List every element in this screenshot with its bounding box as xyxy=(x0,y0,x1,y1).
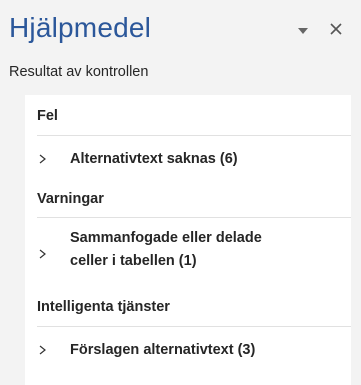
accessibility-pane: Hjälpmedel Resultat av kontrollen Fel Al… xyxy=(0,0,361,385)
inspection-results-label: Resultat av kontrollen xyxy=(9,64,149,80)
pane-header: Hjälpmedel xyxy=(0,0,361,58)
section-header-warnings: Varningar xyxy=(37,191,104,207)
close-icon xyxy=(330,23,342,35)
chevron-right-icon xyxy=(39,154,46,164)
caret-down-icon xyxy=(298,28,308,34)
pane-options-button[interactable] xyxy=(293,24,313,38)
divider xyxy=(37,326,351,327)
chevron-right-icon xyxy=(39,249,46,259)
issue-merged-split-cells[interactable]: Sammanfogade eller delade celler i tabel… xyxy=(25,227,351,277)
issue-label-line1: Sammanfogade eller delade xyxy=(70,230,262,246)
divider xyxy=(37,217,351,218)
issue-label: Alternativtext saknas (6) xyxy=(70,151,238,167)
section-header-intelligent-services: Intelligenta tjänster xyxy=(37,299,170,315)
pane-title: Hjälpmedel xyxy=(9,12,152,43)
chevron-right-icon xyxy=(39,345,46,355)
issue-missing-alt-text[interactable]: Alternativtext saknas (6) xyxy=(25,147,351,173)
issue-label: Förslagen alternativtext (3) xyxy=(70,342,256,358)
issue-label-line2: celler i tabellen (1) xyxy=(70,253,197,269)
issue-suggested-alt-text[interactable]: Förslagen alternativtext (3) xyxy=(25,338,351,364)
close-pane-button[interactable] xyxy=(325,18,347,40)
divider xyxy=(37,135,351,136)
results-list: Fel Alternativtext saknas (6) Varningar … xyxy=(25,95,351,385)
section-header-errors: Fel xyxy=(37,108,58,124)
